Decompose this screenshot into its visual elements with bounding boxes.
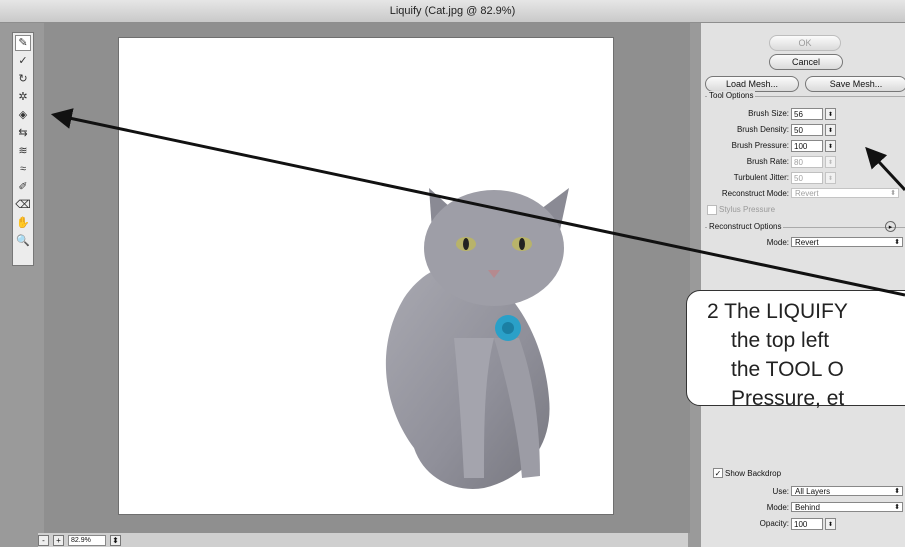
reconstruct-icon[interactable]: ✓ bbox=[15, 53, 31, 69]
stylus-pressure-label: Stylus Pressure bbox=[719, 205, 776, 214]
opacity-stepper[interactable]: ⬍ bbox=[825, 518, 836, 530]
use-label: Use: bbox=[772, 487, 789, 496]
stylus-pressure-row: Stylus Pressure bbox=[701, 204, 905, 216]
reconstruct-options-mode-row: Mode: Revert ⬍ bbox=[701, 237, 905, 249]
reconstruct-mode-label: Reconstruct Mode: bbox=[721, 189, 789, 198]
save-mesh-button[interactable]: Save Mesh... bbox=[805, 76, 905, 92]
reconstruct-mode-row: Reconstruct Mode: Revert ⬍ bbox=[701, 188, 905, 200]
brush-pressure-row: Brush Pressure: 100 ⬍ bbox=[701, 140, 905, 152]
opacity-field[interactable]: 100 bbox=[791, 518, 823, 530]
reconstruct-mode-select[interactable]: Revert ⬍ bbox=[791, 188, 899, 198]
reconstruct-options-mode-value: Revert bbox=[795, 237, 819, 247]
brush-density-label: Brush Density: bbox=[736, 125, 789, 134]
chevron-updown-icon: ⬍ bbox=[894, 488, 900, 495]
zoom-icon[interactable]: 🔍 bbox=[15, 233, 31, 249]
window-titlebar: Liquify (Cat.jpg @ 82.9%) bbox=[0, 0, 905, 23]
thaw-mask-icon[interactable]: ⌫ bbox=[15, 197, 31, 213]
opacity-row: Opacity: 100 ⬍ bbox=[701, 518, 905, 530]
liquify-toolbar: ✎ ✓ ↻ ✲ ◈ ⇆ ≋ ≈ ✐ ⌫ ✋ 🔍 bbox=[12, 32, 34, 266]
hand-icon[interactable]: ✋ bbox=[15, 215, 31, 231]
callout-line-4: Pressure, et bbox=[731, 387, 845, 410]
brush-pressure-label: Brush Pressure: bbox=[731, 141, 789, 150]
show-backdrop-row: ✓ Show Backdrop bbox=[701, 468, 905, 480]
reconstruct-options-title: Reconstruct Options bbox=[707, 222, 784, 231]
brush-size-field[interactable]: 56 bbox=[791, 108, 823, 120]
reconstruct-options-mode-label: Mode: bbox=[766, 238, 789, 247]
brush-rate-row: Brush Rate: 80 ⬍ bbox=[701, 156, 905, 168]
backdrop-mode-row: Mode: Behind ⬍ bbox=[701, 502, 905, 514]
document-canvas[interactable] bbox=[118, 37, 614, 515]
pucker-icon[interactable]: ✲ bbox=[15, 89, 31, 105]
use-value: All Layers bbox=[795, 486, 831, 496]
zoom-in-button[interactable]: + bbox=[53, 534, 64, 546]
window-title: Liquify (Cat.jpg @ 82.9%) bbox=[389, 5, 516, 17]
brush-size-stepper[interactable]: ⬍ bbox=[825, 108, 836, 120]
callout-line-1: 2 The LIQUIFY bbox=[707, 300, 848, 323]
callout-line-2: the top left bbox=[731, 329, 830, 352]
brush-size-row: Brush Size: 56 ⬍ bbox=[701, 108, 905, 120]
forward-warp-icon[interactable]: ✎ bbox=[15, 35, 31, 51]
use-row: Use: All Layers ⬍ bbox=[701, 486, 905, 498]
turbulent-jitter-row: Turbulent Jitter: 50 ⬍ bbox=[701, 172, 905, 184]
chevron-updown-icon: ⬍ bbox=[894, 504, 900, 511]
use-select[interactable]: All Layers ⬍ bbox=[791, 486, 903, 496]
turbulent-jitter-label: Turbulent Jitter: bbox=[733, 173, 789, 182]
brush-rate-stepper[interactable]: ⬍ bbox=[825, 156, 836, 168]
brush-rate-label: Brush Rate: bbox=[746, 157, 789, 166]
brush-density-stepper[interactable]: ⬍ bbox=[825, 124, 836, 136]
zoom-out-button[interactable]: - bbox=[38, 534, 49, 546]
backdrop-mode-value: Behind bbox=[795, 502, 820, 512]
mirror-icon[interactable]: ≋ bbox=[15, 143, 31, 159]
brush-pressure-field[interactable]: 100 bbox=[791, 140, 823, 152]
cat-image bbox=[385, 188, 569, 489]
turbulence-icon[interactable]: ≈ bbox=[15, 161, 31, 177]
brush-density-row: Brush Density: 50 ⬍ bbox=[701, 124, 905, 136]
cancel-button[interactable]: Cancel bbox=[769, 54, 843, 70]
status-bar: - + 82.9% ⬍ bbox=[38, 533, 688, 547]
brush-density-field[interactable]: 50 bbox=[791, 124, 823, 136]
load-mesh-button[interactable]: Load Mesh... bbox=[705, 76, 799, 92]
expand-arrow-icon[interactable]: ▸ bbox=[885, 221, 896, 232]
stylus-pressure-checkbox[interactable] bbox=[707, 205, 717, 215]
zoom-level-field[interactable]: 82.9% bbox=[68, 534, 106, 546]
reconstruct-mode-value: Revert bbox=[795, 188, 819, 198]
backdrop-mode-label: Mode: bbox=[766, 503, 789, 512]
chevron-updown-icon: ⬍ bbox=[890, 190, 896, 197]
show-backdrop-label: Show Backdrop bbox=[725, 469, 782, 478]
chevron-updown-icon: ⬍ bbox=[894, 239, 900, 246]
show-backdrop-checkbox[interactable]: ✓ bbox=[713, 468, 723, 478]
brush-pressure-stepper[interactable]: ⬍ bbox=[825, 140, 836, 152]
reconstruct-options-mode-select[interactable]: Revert ⬍ bbox=[791, 237, 903, 247]
brush-size-label: Brush Size: bbox=[748, 109, 789, 118]
push-left-icon[interactable]: ⇆ bbox=[15, 125, 31, 141]
callout-line-3: the TOOL O bbox=[731, 358, 844, 381]
bloat-icon[interactable]: ◈ bbox=[15, 107, 31, 123]
instruction-callout: 2 The LIQUIFY the top left the TOOL O Pr… bbox=[686, 290, 905, 410]
turbulent-jitter-stepper[interactable]: ⬍ bbox=[825, 172, 836, 184]
liquify-options-panel: OK Cancel Load Mesh... Save Mesh... Tool… bbox=[700, 23, 905, 547]
zoom-dropdown-icon[interactable]: ⬍ bbox=[110, 534, 121, 546]
freeze-mask-icon[interactable]: ✐ bbox=[15, 179, 31, 195]
twirl-icon[interactable]: ↻ bbox=[15, 71, 31, 87]
ok-button[interactable]: OK bbox=[769, 35, 841, 51]
opacity-label: Opacity: bbox=[759, 519, 789, 528]
brush-rate-field[interactable]: 80 bbox=[791, 156, 823, 168]
tool-options-title: Tool Options bbox=[707, 91, 756, 100]
backdrop-mode-select[interactable]: Behind ⬍ bbox=[791, 502, 903, 512]
turbulent-jitter-field[interactable]: 50 bbox=[791, 172, 823, 184]
